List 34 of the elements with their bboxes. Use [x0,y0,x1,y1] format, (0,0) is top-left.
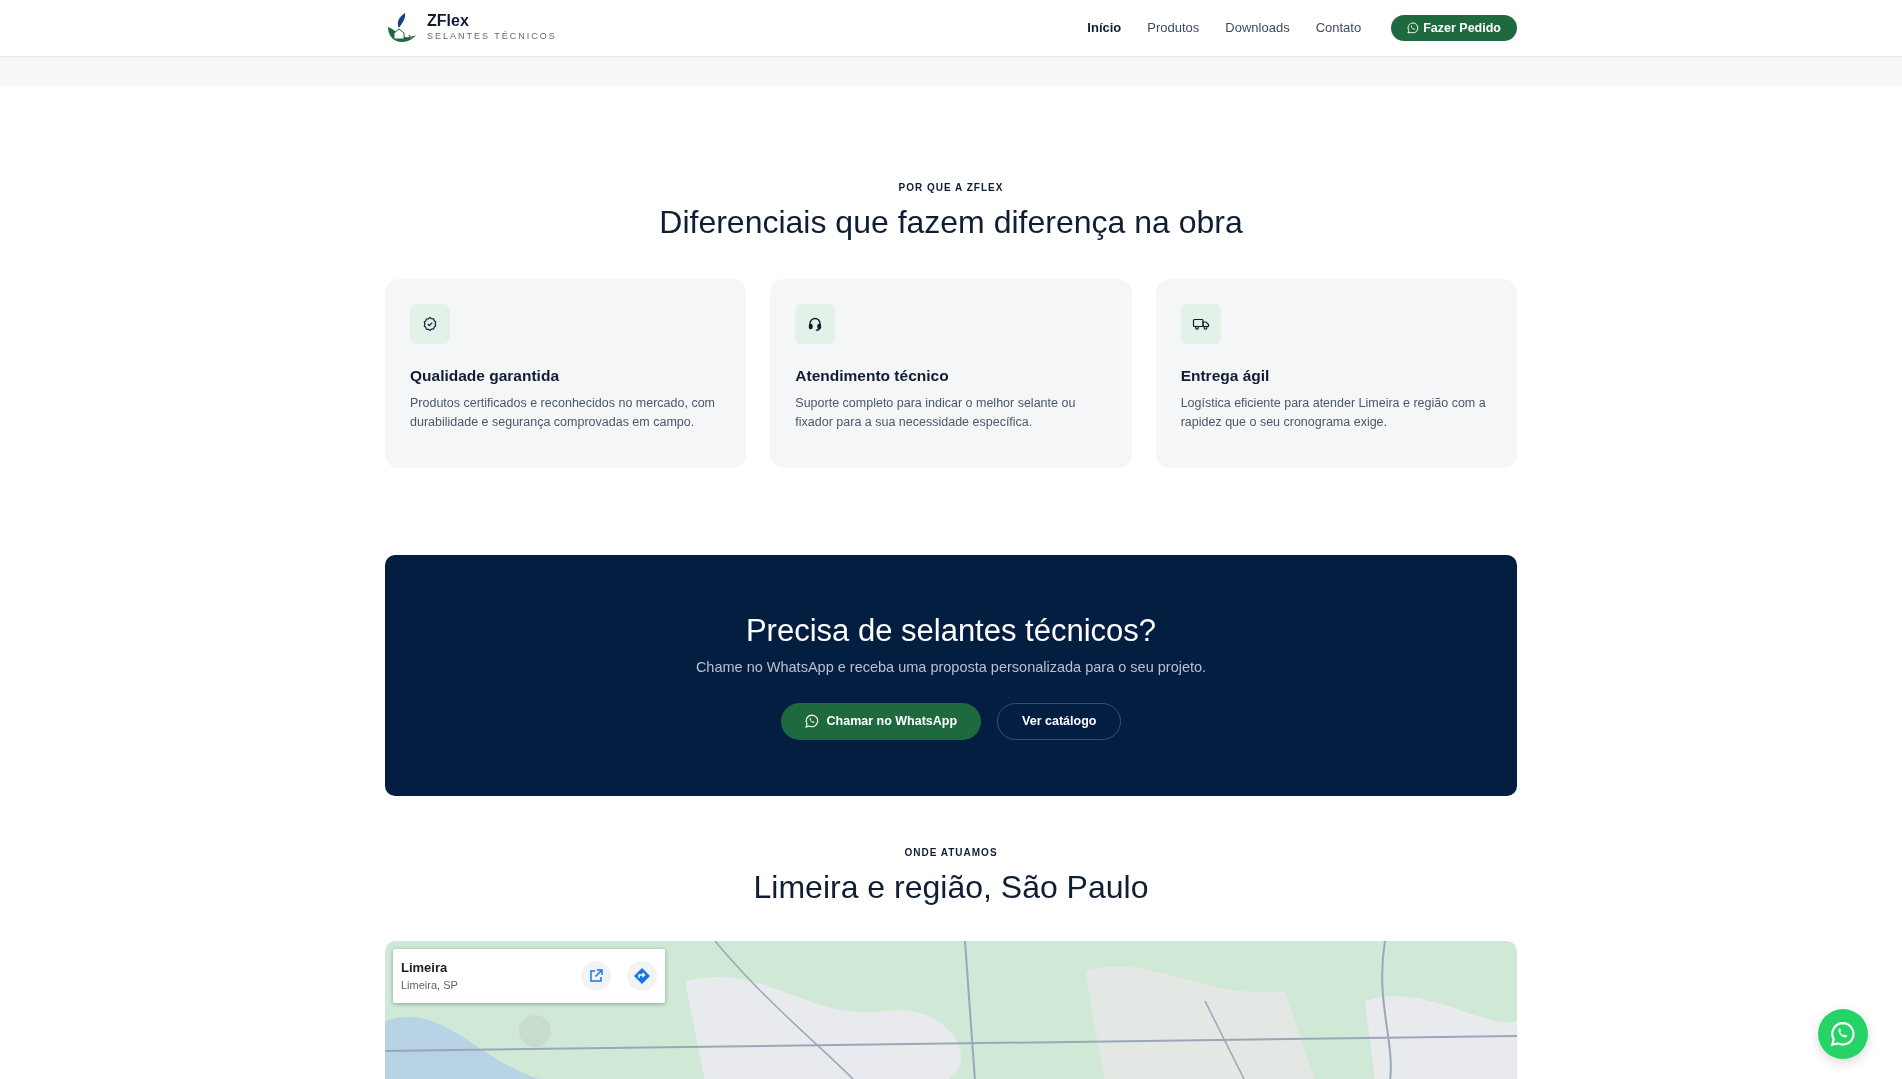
directions-icon [633,966,651,985]
headset-icon [807,316,824,333]
whatsapp-icon [804,714,819,729]
feature-text: Produtos certificados e reconhecidos no mercado, com durabilidade e segurança comprovadas em campo. [410,394,717,431]
whatsapp-icon [1407,22,1420,34]
open-map-button[interactable] [581,960,611,991]
whatsapp-float-button[interactable] [1818,1009,1868,1059]
section-title: Limeira e região, São Paulo [752,868,1150,907]
feature-title: Entrega ágil [1180,366,1271,387]
nav-link[interactable]: Início [1087,18,1122,38]
nav-link[interactable]: Contato [1315,18,1362,38]
cta-text: Chame no WhatsApp e receba uma proposta personalizada para o seu projeto. [695,658,1207,678]
section-eyebrow: ONDE ATUAMOS [903,846,999,861]
cta-title: Precisa de selantes técnicos? [745,611,1157,650]
truck-icon [1191,316,1210,333]
nav-link[interactable]: Produtos [1147,18,1200,38]
whatsapp-icon [1830,1021,1856,1047]
brand-tagline: SELANTES TÉCNICOS [427,30,557,44]
place-address: Limeira, SP [401,978,459,994]
feature-title: Atendimento técnico [795,366,950,387]
whatsapp-button[interactable]: Chamar no WhatsApp [780,702,982,740]
section-eyebrow: POR QUE A ZFLEX [897,181,1005,195]
directions-button[interactable] [627,960,657,991]
place-name: Limeira [401,958,449,977]
nav-link[interactable]: Downloads [1225,18,1290,38]
feature-text: Logística eficiente para atender Limeira e região com a rapidez que o seu cronograma exige. [1180,394,1487,431]
feature-text: Suporte completo para indicar o melhor selante ou fixador para a sua necessidade específica. [795,394,1077,431]
feature-title: Qualidade garantida [410,366,561,387]
external-link-icon [588,967,604,984]
order-button[interactable]: Fazer Pedido [1391,14,1517,42]
brand-name: ZFlex [427,12,470,31]
section-title: Diferenciais que fazem diferença na obra [658,203,1244,242]
logo-icon [385,11,419,45]
badge-check-icon [422,316,438,333]
